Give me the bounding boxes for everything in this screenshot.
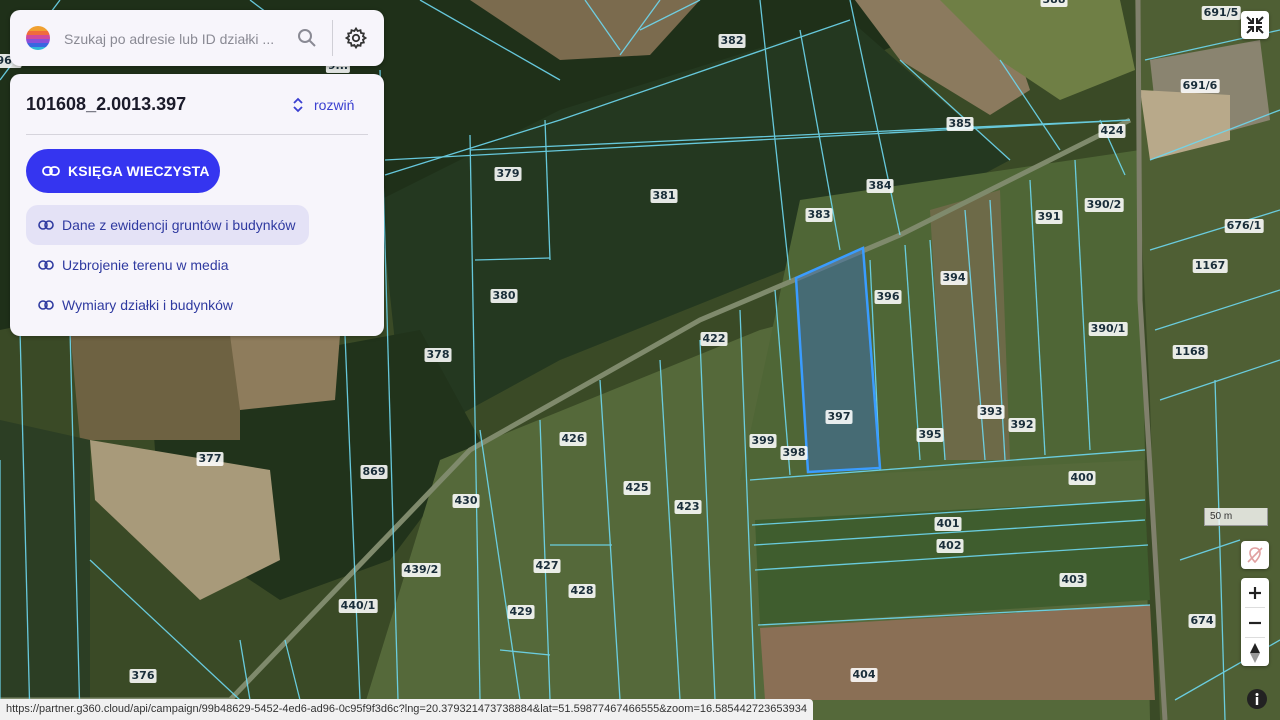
parcel-label: 427 bbox=[533, 559, 561, 573]
parcel-label: 401 bbox=[934, 517, 962, 531]
parcel-label: 395 bbox=[916, 428, 944, 442]
expand-button[interactable]: rozwiń bbox=[292, 94, 354, 116]
layer-toggle-button[interactable] bbox=[1241, 541, 1269, 569]
parcel-id-title: 101608_2.0013.397 bbox=[26, 94, 187, 114]
parcel-label: 691/6 bbox=[1180, 79, 1220, 93]
scale-bar: 50 m bbox=[1204, 508, 1268, 526]
compass-icon bbox=[1250, 642, 1260, 663]
parcel-label: 429 bbox=[507, 605, 535, 619]
search-divider bbox=[332, 20, 333, 56]
link-icon bbox=[42, 166, 60, 176]
parcel-label: 390/2 bbox=[1084, 198, 1124, 212]
search-icon[interactable] bbox=[295, 26, 319, 50]
zoom-out-button[interactable] bbox=[1241, 608, 1269, 637]
parcel-label: 384 bbox=[866, 179, 894, 193]
parcel-label: 400 bbox=[1068, 471, 1096, 485]
zoom-in-button[interactable] bbox=[1241, 578, 1269, 607]
parcel-label: 1168 bbox=[1172, 345, 1208, 359]
link-icon bbox=[38, 260, 54, 270]
parcel-label: 390/1 bbox=[1088, 322, 1128, 336]
parcel-label: 397 bbox=[825, 410, 853, 424]
land-register-button[interactable]: KSIĘGA WIECZYSTA bbox=[26, 149, 220, 193]
layer-off-icon bbox=[1247, 547, 1263, 564]
collapse-button[interactable] bbox=[1241, 11, 1269, 39]
land-register-label: KSIĘGA WIECZYSTA bbox=[68, 163, 210, 179]
parcel-label: 674 bbox=[1188, 614, 1216, 628]
chevron-updown-icon bbox=[293, 97, 303, 113]
parcel-label: 382 bbox=[718, 34, 746, 48]
compass-button[interactable] bbox=[1241, 638, 1269, 667]
logo-icon[interactable] bbox=[26, 26, 50, 50]
link-land-records[interactable]: Dane z ewidencji gruntów i budynków bbox=[26, 205, 310, 245]
panel-divider bbox=[26, 134, 368, 135]
parcel-label: 381 bbox=[650, 189, 678, 203]
parcel-info-panel: 101608_2.0013.397 rozwiń KSIĘGA WIECZYST… bbox=[10, 74, 384, 336]
parcel-label: 1167 bbox=[1192, 259, 1228, 273]
parcel-label: 426 bbox=[559, 432, 587, 446]
status-url: https://partner.g360.cloud/api/campaign/… bbox=[0, 699, 813, 720]
parcel-label: 869 bbox=[360, 465, 388, 479]
parcel-label: 383 bbox=[805, 208, 833, 222]
parcel-label: 676/1 bbox=[1224, 219, 1264, 233]
parcel-label: 428 bbox=[568, 584, 596, 598]
parcel-label: 378 bbox=[424, 348, 452, 362]
parcel-label: 398 bbox=[780, 446, 808, 460]
link-utilities[interactable]: Uzbrojenie terenu w media bbox=[26, 245, 243, 285]
parcel-label: 425 bbox=[623, 481, 651, 495]
gear-icon[interactable] bbox=[344, 26, 368, 50]
link-dimensions[interactable]: Wymiary działki i budynków bbox=[26, 285, 247, 325]
parcel-label: 376 bbox=[129, 669, 157, 683]
parcel-label: 403 bbox=[1059, 573, 1087, 587]
parcel-label: 402 bbox=[936, 539, 964, 553]
parcel-label: 385 bbox=[946, 117, 974, 131]
search-input[interactable] bbox=[62, 24, 296, 54]
parcel-label: 392 bbox=[1008, 418, 1036, 432]
parcel-label: 377 bbox=[196, 452, 224, 466]
info-icon[interactable] bbox=[1246, 688, 1268, 710]
parcel-label: 396 bbox=[874, 290, 902, 304]
parcel-label: 379 bbox=[494, 167, 522, 181]
link-icon bbox=[38, 300, 54, 310]
link-label: Dane z ewidencji gruntów i budynków bbox=[62, 217, 296, 233]
parcel-label: 424 bbox=[1098, 124, 1126, 138]
zoom-out-icon bbox=[1249, 621, 1261, 624]
parcel-label: 399 bbox=[749, 434, 777, 448]
parcel-label: 439/2 bbox=[401, 563, 441, 577]
zoom-controls bbox=[1241, 578, 1269, 666]
parcel-label: 388 bbox=[1040, 0, 1068, 7]
collapse-icon bbox=[1246, 16, 1264, 34]
zoom-in-icon bbox=[1249, 586, 1261, 599]
link-label: Wymiary działki i budynków bbox=[62, 297, 234, 313]
expand-label: rozwiń bbox=[314, 97, 355, 113]
link-icon bbox=[38, 220, 54, 230]
parcel-label: 404 bbox=[850, 668, 878, 682]
parcel-label: 394 bbox=[940, 271, 968, 285]
parcel-label: 391 bbox=[1035, 210, 1063, 224]
link-label: Uzbrojenie terenu w media bbox=[62, 257, 229, 273]
parcel-label: 393 bbox=[977, 405, 1005, 419]
parcel-label: 440/1 bbox=[338, 599, 378, 613]
search-bar bbox=[10, 10, 384, 66]
parcel-label: 380 bbox=[490, 289, 518, 303]
parcel-label: 430 bbox=[452, 494, 480, 508]
parcel-label: 423 bbox=[674, 500, 702, 514]
parcel-label: 422 bbox=[700, 332, 728, 346]
parcel-label: 691/5 bbox=[1201, 6, 1241, 20]
